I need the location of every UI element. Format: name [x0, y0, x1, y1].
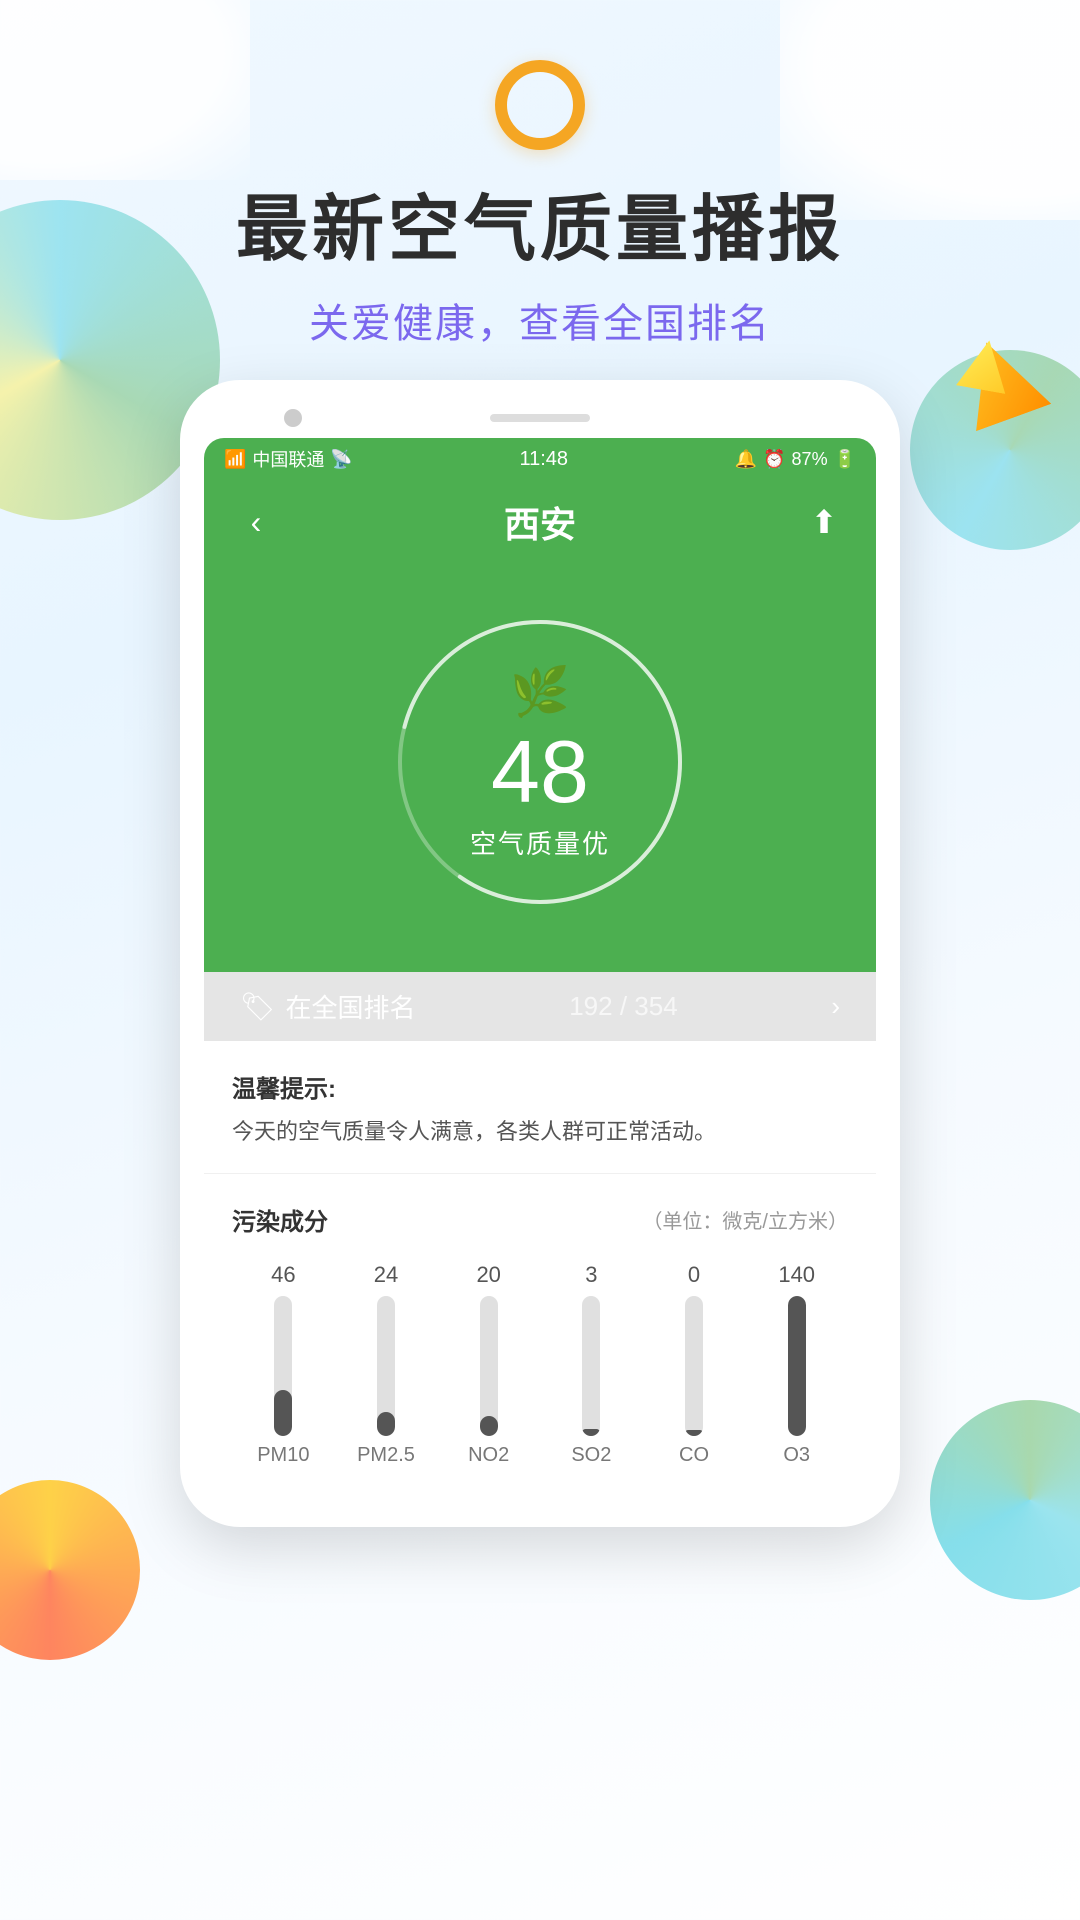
- phone-camera: [284, 409, 302, 427]
- bar-fill: [685, 1430, 703, 1436]
- flag-icon: 🏷: [240, 990, 276, 1023]
- pollution-bar-item: 24 PM2.5: [335, 1262, 438, 1467]
- tip-content: 今天的空气质量令人满意，各类人群可正常活动。: [232, 1114, 848, 1149]
- aqi-section: 🌿 48 空气质量优: [204, 572, 876, 972]
- bar-label: O3: [783, 1444, 810, 1467]
- phone-container: 📶 中国联通 📡 11:48 🔔 ⏰ 87% 🔋 ‹ 西安 ⬆: [180, 380, 900, 1527]
- bar-label: CO: [679, 1444, 709, 1467]
- aqi-number: 48: [491, 728, 589, 816]
- carrier-label: 中国联通: [252, 446, 324, 472]
- alarm-icon: ⏰: [763, 449, 785, 470]
- status-time: 11:48: [519, 448, 568, 471]
- bar-label: PM10: [257, 1444, 309, 1467]
- ranking-left: 🏷 在全国排名: [240, 988, 416, 1025]
- pollution-bar-item: 140 O3: [745, 1262, 848, 1467]
- bar-track: [274, 1296, 292, 1436]
- ranking-separator: /: [620, 991, 627, 1021]
- bar-track: [582, 1296, 600, 1436]
- pollution-header: 污染成分 （单位：微克/立方米）: [232, 1202, 848, 1237]
- signal-icon: 📶: [224, 449, 246, 470]
- leaf-icon: 🌿: [510, 663, 570, 720]
- bar-value: 20: [476, 1262, 500, 1288]
- back-button[interactable]: ‹: [232, 498, 280, 546]
- bar-track: [377, 1296, 395, 1436]
- header-area: 最新空气质量播报 关爱健康，查看全国排名: [0, 60, 1080, 349]
- bell-icon: 🔔: [735, 449, 757, 470]
- status-bar: 📶 中国联通 📡 11:48 🔔 ⏰ 87% 🔋: [204, 438, 876, 480]
- pollution-bar-item: 0 CO: [643, 1262, 746, 1467]
- bg-circle-br: [930, 1400, 1080, 1600]
- ranking-current: 192: [569, 991, 612, 1021]
- bar-label: SO2: [571, 1444, 611, 1467]
- gold-ring-icon: [495, 60, 585, 150]
- bar-fill: [582, 1429, 600, 1436]
- bar-fill: [788, 1296, 806, 1436]
- phone-screen: 📶 中国联通 📡 11:48 🔔 ⏰ 87% 🔋 ‹ 西安 ⬆: [204, 438, 876, 1503]
- pollution-section: 污染成分 （单位：微克/立方米） 46PM1024PM2.520NO23SO20…: [204, 1174, 876, 1503]
- bar-label: NO2: [468, 1444, 509, 1467]
- bar-track: [788, 1296, 806, 1436]
- city-title: 西安: [504, 496, 576, 548]
- battery-label: 87%: [792, 449, 828, 470]
- ranking-prefix: 在全国排名: [286, 988, 416, 1025]
- tip-title: 温馨提示:: [232, 1069, 848, 1104]
- tip-section: 温馨提示: 今天的空气质量令人满意，各类人群可正常活动。: [204, 1041, 876, 1174]
- pollution-bar-item: 3 SO2: [540, 1262, 643, 1467]
- bar-track: [480, 1296, 498, 1436]
- aqi-circle-container: 🌿 48 空气质量优: [370, 592, 710, 932]
- ranking-arrow-icon: ›: [831, 991, 840, 1022]
- bar-fill: [274, 1390, 292, 1436]
- share-button[interactable]: ⬆: [800, 498, 848, 546]
- status-left: 📶 中国联通 📡: [224, 446, 353, 472]
- pollution-bar-item: 20 NO2: [437, 1262, 540, 1467]
- phone-top-bar: [204, 404, 876, 438]
- app-header: ‹ 西安 ⬆: [204, 480, 876, 572]
- bar-value: 3: [585, 1262, 597, 1288]
- wifi-icon: 📡: [330, 449, 352, 470]
- bar-track: [685, 1296, 703, 1436]
- aqi-circle-inner: 🌿 48 空气质量优: [470, 663, 610, 861]
- sub-title: 关爱健康，查看全国排名: [309, 291, 771, 349]
- phone-speaker: [490, 414, 590, 422]
- ranking-total: 354: [634, 991, 677, 1021]
- bar-value: 140: [778, 1262, 815, 1288]
- bar-fill: [480, 1416, 498, 1436]
- bars-container: 46PM1024PM2.520NO23SO20CO140O3: [232, 1267, 848, 1467]
- bar-label: PM2.5: [357, 1444, 415, 1467]
- ranking-nums: 192 / 354: [569, 991, 677, 1022]
- pollution-bar-item: 46 PM10: [232, 1262, 335, 1467]
- status-right: 🔔 ⏰ 87% 🔋: [735, 449, 856, 470]
- bar-fill: [377, 1412, 395, 1436]
- bg-circle-bl: [0, 1480, 140, 1660]
- phone-mockup: 📶 中国联通 📡 11:48 🔔 ⏰ 87% 🔋 ‹ 西安 ⬆: [180, 380, 900, 1527]
- pollution-title: 污染成分: [232, 1202, 328, 1237]
- bar-value: 46: [271, 1262, 295, 1288]
- pollution-unit: （单位：微克/立方米）: [642, 1205, 848, 1234]
- ranking-bar[interactable]: 🏷 在全国排名 192 / 354 ›: [204, 972, 876, 1041]
- aqi-label: 空气质量优: [470, 824, 610, 861]
- main-title: 最新空气质量播报: [236, 170, 844, 275]
- bar-value: 0: [688, 1262, 700, 1288]
- battery-icon: 🔋: [834, 449, 856, 470]
- bar-value: 24: [374, 1262, 398, 1288]
